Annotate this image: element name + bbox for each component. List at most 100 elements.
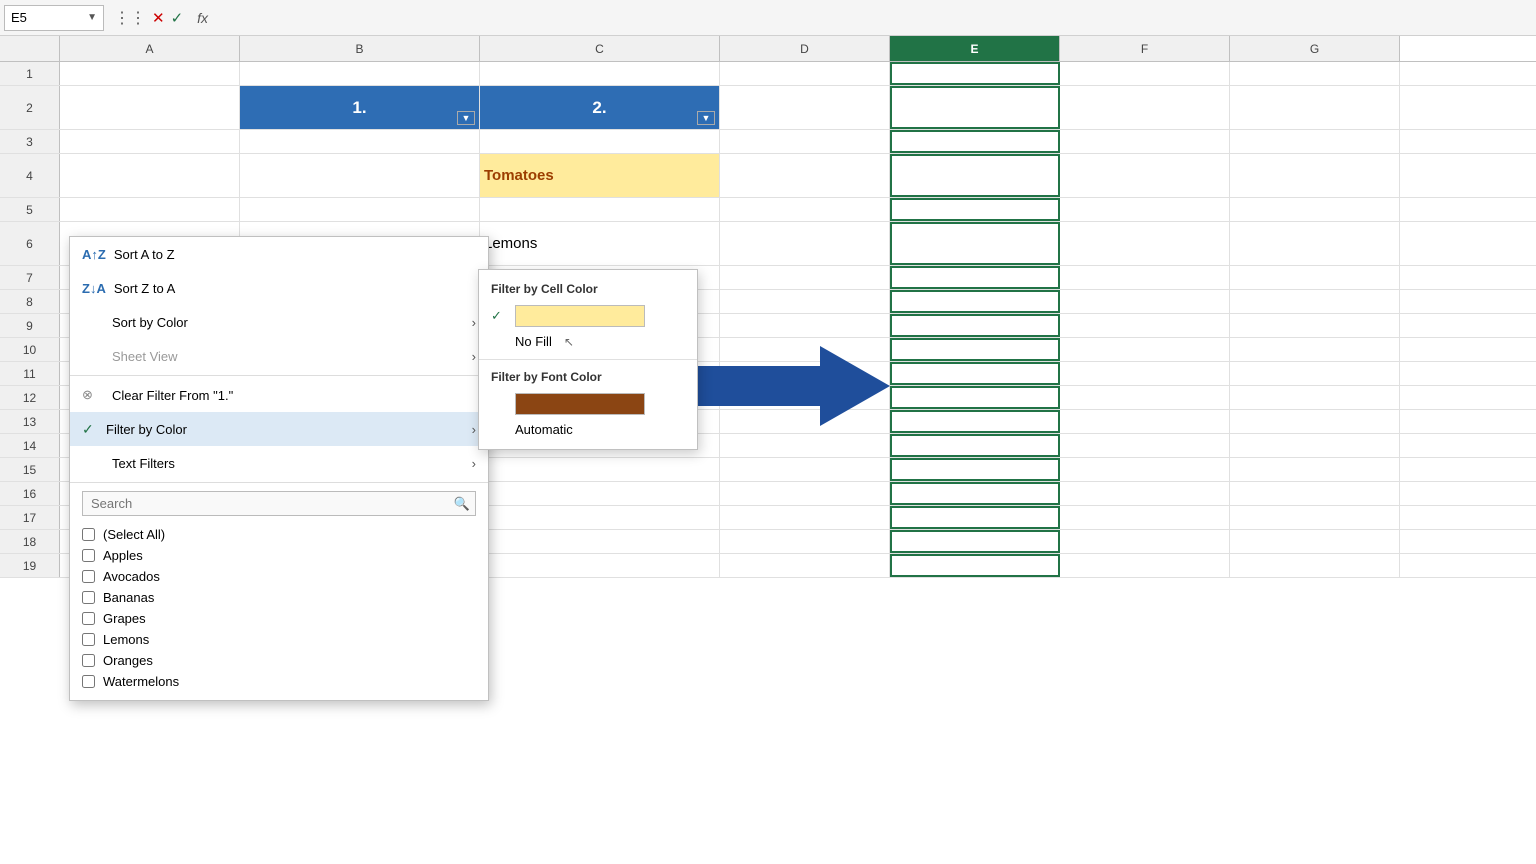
cell-g1[interactable]	[1230, 62, 1400, 85]
list-item[interactable]: Oranges	[82, 650, 476, 671]
cell-d3[interactable]	[720, 130, 890, 153]
checkbox-grapes[interactable]	[82, 612, 95, 625]
automatic-row[interactable]: Automatic	[479, 418, 697, 441]
list-item[interactable]: Apples	[82, 545, 476, 566]
checkbox-select-all[interactable]	[82, 528, 95, 541]
cell-a3[interactable]	[60, 130, 240, 153]
cell-c1[interactable]	[480, 62, 720, 85]
cell-color-swatch-yellow[interactable]	[515, 305, 645, 327]
cell-e4[interactable]	[890, 154, 1060, 197]
cell-g4[interactable]	[1230, 154, 1400, 197]
cell-b1[interactable]	[240, 62, 480, 85]
sort-az-icon: A↑Z	[82, 247, 106, 262]
separator-1	[70, 375, 488, 376]
menu-item-sheet-view[interactable]: Sheet View ›	[70, 339, 488, 373]
font-color-brown-row[interactable]: ✓	[479, 390, 697, 418]
col-header-g[interactable]: G	[1230, 36, 1400, 61]
list-item[interactable]: Lemons	[82, 629, 476, 650]
cell-b5[interactable]	[240, 198, 480, 221]
cell-f2[interactable]	[1060, 86, 1230, 129]
cell-d6[interactable]	[720, 222, 890, 265]
cell-ref-dropdown[interactable]: ▼	[87, 12, 97, 23]
filter-color-submenu[interactable]: Filter by Cell Color ✓ No Fill ↖ Filter …	[478, 269, 698, 450]
cell-a4[interactable]	[60, 154, 240, 197]
cell-g5[interactable]	[1230, 198, 1400, 221]
filter-button-col1[interactable]: ▼	[457, 111, 475, 125]
menu-item-sort-za[interactable]: Z↓A Sort Z to A	[70, 271, 488, 305]
cell-reference-box[interactable]: E5 ▼	[4, 5, 104, 31]
cell-e3[interactable]	[890, 130, 1060, 153]
cell-f6[interactable]	[1060, 222, 1230, 265]
cell-f4[interactable]	[1060, 154, 1230, 197]
col-header-f[interactable]: F	[1060, 36, 1230, 61]
col-header-b[interactable]: B	[240, 36, 480, 61]
menu-item-clear-filter[interactable]: ⊗ Clear Filter From "1."	[70, 378, 488, 412]
cell-d4[interactable]	[720, 154, 890, 197]
cell-f1[interactable]	[1060, 62, 1230, 85]
cell-c6[interactable]: Lemons	[480, 222, 720, 265]
cell-d1[interactable]	[720, 62, 890, 85]
filter-dropdown-icon-2: ▼	[702, 113, 711, 123]
list-item[interactable]: Grapes	[82, 608, 476, 629]
table-row: 4 Tomatoes	[0, 154, 1536, 198]
row-num-5: 5	[0, 198, 60, 221]
cell-c3[interactable]	[480, 130, 720, 153]
cancel-icon[interactable]: ✕	[152, 9, 165, 27]
menu-item-filter-color[interactable]: ✓ Filter by Color ›	[70, 412, 488, 446]
cell-e5[interactable]	[890, 198, 1060, 221]
cell-d5[interactable]	[720, 198, 890, 221]
cell-f5[interactable]	[1060, 198, 1230, 221]
confirm-icon[interactable]: ✓	[171, 9, 184, 27]
cell-a5[interactable]	[60, 198, 240, 221]
checkbox-bananas[interactable]	[82, 591, 95, 604]
menu-item-text-filters[interactable]: Text Filters ›	[70, 446, 488, 480]
header-1-label: 1.	[352, 98, 366, 118]
col-header-a[interactable]: A	[60, 36, 240, 61]
cell-b3[interactable]	[240, 130, 480, 153]
font-color-swatch-brown[interactable]	[515, 393, 645, 415]
list-item[interactable]: Bananas	[82, 587, 476, 608]
checkbox-oranges[interactable]	[82, 654, 95, 667]
cell-e1[interactable]	[890, 62, 1060, 85]
checkbox-avocados[interactable]	[82, 570, 95, 583]
checkbox-watermelons[interactable]	[82, 675, 95, 688]
cell-color-yellow-row[interactable]: ✓	[479, 302, 697, 330]
lemons-value: Lemons	[484, 235, 537, 252]
cell-c5[interactable]	[480, 198, 720, 221]
formula-input[interactable]	[212, 5, 1532, 31]
list-item[interactable]: Avocados	[82, 566, 476, 587]
search-wrapper: 🔍	[82, 491, 476, 516]
filter-dropdown-menu[interactable]: A↑Z Sort A to Z Z↓A Sort Z to A Sort by …	[69, 236, 489, 701]
cell-f3[interactable]	[1060, 130, 1230, 153]
cell-b4[interactable]	[240, 154, 480, 197]
col-header-c[interactable]: C	[480, 36, 720, 61]
label-grapes: Grapes	[103, 611, 146, 626]
cell-a1[interactable]	[60, 62, 240, 85]
cell-a2[interactable]	[60, 86, 240, 129]
col-header-e[interactable]: E	[890, 36, 1060, 61]
cell-c2[interactable]: 2. ▼	[480, 86, 720, 129]
filter-button-col2[interactable]: ▼	[697, 111, 715, 125]
cell-e2[interactable]	[890, 86, 1060, 129]
list-item[interactable]: (Select All)	[82, 524, 476, 545]
no-fill-row[interactable]: No Fill ↖	[479, 330, 697, 353]
menu-item-sort-az[interactable]: A↑Z Sort A to Z	[70, 237, 488, 271]
search-input[interactable]	[82, 491, 476, 516]
menu-item-sort-color[interactable]: Sort by Color ›	[70, 305, 488, 339]
cell-g3[interactable]	[1230, 130, 1400, 153]
cell-e6[interactable]	[890, 222, 1060, 265]
checkbox-apples[interactable]	[82, 549, 95, 562]
font-color-check: ✓	[491, 396, 507, 412]
cell-g2[interactable]	[1230, 86, 1400, 129]
col-header-d[interactable]: D	[720, 36, 890, 61]
cell-d2[interactable]	[720, 86, 890, 129]
checkbox-lemons[interactable]	[82, 633, 95, 646]
corner-cell	[0, 36, 60, 61]
cell-c4[interactable]: Tomatoes	[480, 154, 720, 197]
header-2-label: 2.	[592, 98, 606, 118]
list-item[interactable]: Watermelons	[82, 671, 476, 692]
row-num-3: 3	[0, 130, 60, 153]
formula-dots-icon[interactable]: ⋮⋮	[114, 8, 146, 28]
cell-g6[interactable]	[1230, 222, 1400, 265]
cell-b2[interactable]: 1. ▼	[240, 86, 480, 129]
